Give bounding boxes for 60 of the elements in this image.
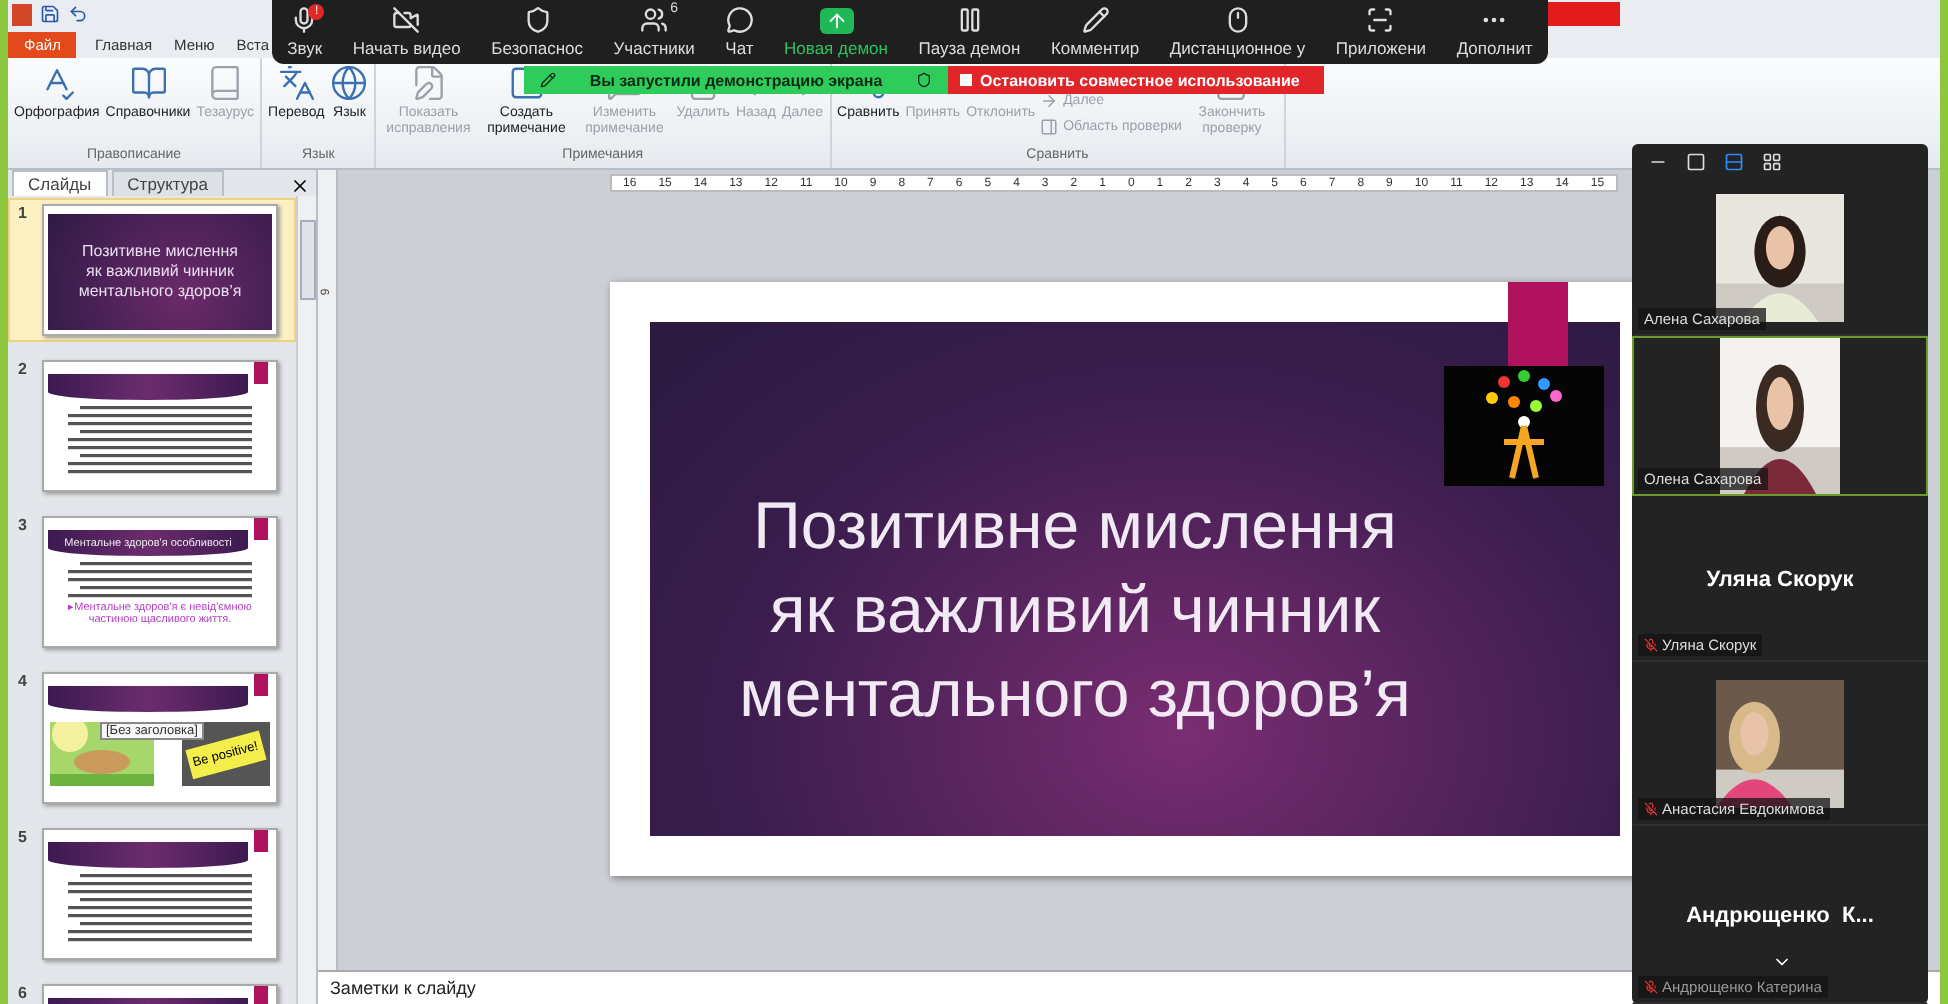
single-view-icon[interactable] — [1686, 152, 1706, 172]
bookmark-tag — [254, 830, 268, 852]
toolbar-button[interactable]: Приложени — [1335, 0, 1427, 64]
mouse-icon — [1223, 6, 1252, 34]
video-off-icon — [392, 6, 421, 34]
pause-icon — [955, 6, 984, 34]
strip-view-icon[interactable] — [1724, 152, 1744, 172]
book-icon — [206, 64, 245, 102]
books-icon — [129, 64, 167, 102]
save-icon[interactable] — [40, 4, 60, 24]
slide-thumbnail[interactable]: 2 — [8, 354, 296, 498]
slide-title: Позитивне мислення як важливий чинник ментального здоров’я — [739, 485, 1411, 734]
participant-name-title: Уляна Скорук — [1706, 567, 1854, 591]
bookmark-tag — [254, 518, 268, 540]
pencil-icon — [540, 72, 556, 88]
slide-thumbnail[interactable]: 1 Позитивне мислення як важливий чинник ментального здоров’я — [8, 198, 296, 342]
chat-icon — [725, 6, 754, 34]
bookmark-tag — [254, 986, 268, 1004]
scrollbar[interactable] — [296, 196, 316, 1004]
slide-number: 4 — [18, 672, 29, 690]
toolbar-button[interactable]: Безопаснос — [491, 0, 584, 64]
toolbar-button[interactable]: Дистанционное у — [1169, 0, 1306, 64]
bookmark-tag — [254, 674, 268, 696]
thumbnail-title: Позитивне мислення як важливий чинник ментального здоров’я — [48, 214, 272, 330]
document-pen-icon — [409, 64, 448, 102]
toolbar-button[interactable]: Комментир — [1050, 0, 1140, 64]
toolbar-button[interactable]: Дополнит — [1456, 0, 1533, 64]
shield-icon — [915, 72, 932, 88]
panel-tab[interactable]: Слайды — [12, 170, 108, 196]
grid-view-icon[interactable] — [1762, 152, 1782, 172]
globe-icon — [330, 64, 369, 102]
banner-text: Вы запустили демонстрацию экрана — [589, 71, 883, 89]
bookmark-tag — [1508, 282, 1568, 366]
participant-name-title: Андрющенко К... — [1686, 903, 1874, 927]
app-logo-icon — [12, 3, 32, 25]
arrow-right-icon — [1039, 92, 1058, 110]
bookmark-tag — [254, 362, 268, 384]
stop-share-button[interactable]: Остановить совместное использование — [948, 66, 1324, 94]
toolbar-button[interactable]: Чат — [725, 0, 754, 64]
toolbar-button[interactable]: Новая демон — [784, 0, 888, 64]
undo-icon[interactable] — [68, 4, 88, 24]
slide-number: 5 — [18, 828, 29, 846]
toolbar-button[interactable]: Начать видео — [352, 0, 461, 64]
close-icon[interactable] — [290, 176, 310, 196]
shield-icon — [523, 6, 552, 34]
toolbar-button[interactable]: Пауза демон — [918, 0, 1021, 64]
microphone-icon — [290, 6, 319, 34]
arrow-up-icon — [819, 7, 853, 33]
slide-number: 6 — [18, 984, 29, 1002]
slide-thumbnail[interactable]: 5 — [8, 822, 296, 966]
pencil-icon — [1081, 6, 1110, 34]
people-icon — [640, 6, 669, 34]
panel-tab[interactable]: Структура — [111, 170, 224, 196]
slide-number: 1 — [18, 204, 29, 222]
panel-icon — [1039, 118, 1058, 136]
translate-icon — [277, 64, 316, 102]
apps-icon — [1366, 6, 1395, 34]
slide-number: 3 — [18, 516, 29, 534]
slide-number: 2 — [18, 360, 29, 378]
slide-thumbnail[interactable]: 6 — [8, 978, 296, 1004]
